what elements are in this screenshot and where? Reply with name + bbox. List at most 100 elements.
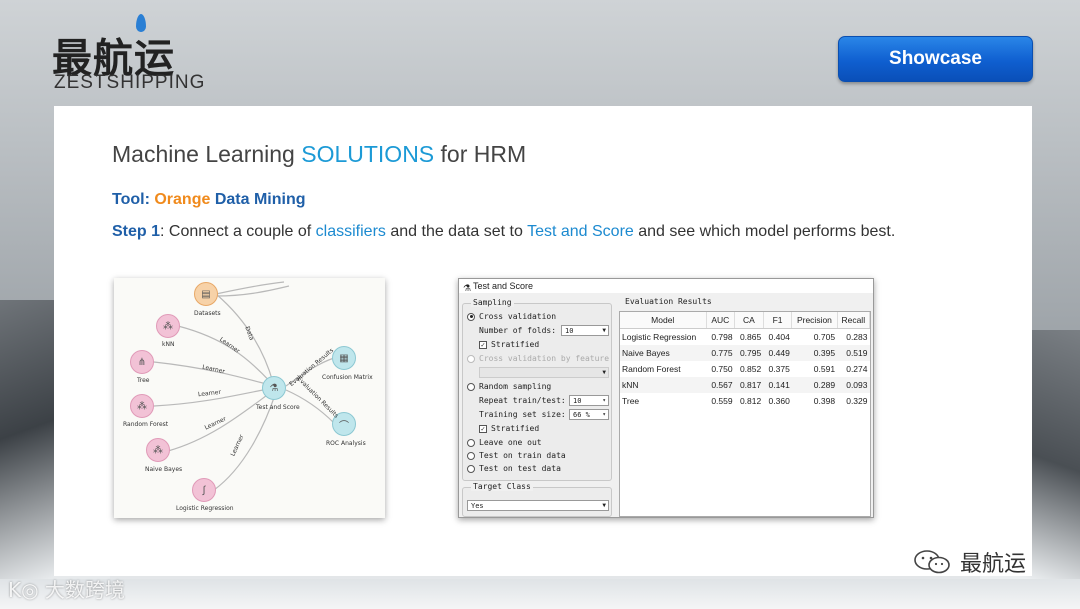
table-row[interactable]: Logistic Regression 0.798 0.865 0.404 0.… [620,329,870,346]
radio-checked-icon [467,312,475,321]
ca-value: 0.795 [734,345,764,361]
tool-label: Tool: [112,191,155,208]
datasets-node-icon[interactable]: ▤ [194,282,218,306]
step-highlight-test-and-score: Test and Score [527,223,634,240]
table-row[interactable]: Tree 0.559 0.812 0.360 0.398 0.329 [620,393,870,409]
random-sampling-radio[interactable]: Random sampling [467,382,551,391]
target-class-select[interactable]: Yes ▼ [467,500,609,511]
test-and-score-node-icon[interactable]: ⚗ [262,376,286,400]
cross-validation-radio[interactable]: Cross validation [467,312,556,321]
wechat-account: 最航运 [912,546,1026,578]
stratified-checkbox[interactable]: ✓ Stratified [479,340,539,349]
spinner-icon: ▾ [602,411,606,418]
chevron-down-icon: ▼ [602,327,606,334]
ca-value: 0.817 [734,377,764,393]
auc-value: 0.559 [711,396,733,406]
orange-workflow-canvas: ▤ Datasets ⁂ kNN ⋔ Tree ⁂ Random Forest … [114,278,385,518]
wechat-icon [912,549,952,575]
title-highlight: SOLUTIONS [301,141,435,167]
test-and-score-node-label: Test and Score [256,404,300,411]
datasets-node-label: Datasets [194,310,221,317]
window-title-bar: ⚗ Test and Score [459,279,873,293]
chevron-down-icon: ▼ [602,502,606,509]
showcase-button[interactable]: Showcase [838,36,1033,82]
test-on-train-radio[interactable]: Test on train data [467,451,566,460]
evaluation-column: Evaluation Results Model AUC CA F1 Preci… [617,297,873,517]
recall-value: 0.274 [846,364,868,374]
step-highlight-classifiers: classifiers [315,223,386,240]
evaluation-results-title: Evaluation Results [625,297,712,306]
logistic-regression-node-icon[interactable]: ∫ [192,478,216,502]
random-sampling-label: Random sampling [479,382,552,391]
f1-value: 0.141 [763,377,792,393]
f1-value: 0.449 [763,345,792,361]
repeat-row: Repeat train/test: [479,396,566,405]
naive-bayes-node-icon[interactable]: ⁂ [146,438,170,462]
training-size-value: 66 % [573,411,590,419]
table-row[interactable]: kNN 0.567 0.817 0.141 0.289 0.093 [620,377,870,393]
settings-column: Sampling Cross validation Number of fold… [462,297,612,517]
test-on-test-label: Test on test data [479,464,561,473]
repeat-label: Repeat train/test: [479,396,566,405]
tool-orange: Orange [154,191,211,208]
precision-value: 0.289 [791,377,838,393]
checkmark-icon: ✓ [479,424,487,433]
column-header-model[interactable]: Model [620,312,707,329]
radio-disabled-icon [467,354,475,363]
sampling-title: Sampling [471,298,514,307]
target-class-title: Target Class [471,482,533,491]
tree-node-icon[interactable]: ⋔ [130,350,154,374]
model-name: kNN [620,377,706,393]
column-header-precision[interactable]: Precision [791,312,838,329]
auc-value: 0.775 [706,345,735,361]
f1-value: 0.360 [768,396,790,406]
leave-one-out-radio[interactable]: Leave one out [467,438,542,447]
table-row[interactable]: Random Forest 0.750 0.852 0.375 0.591 0.… [620,361,870,377]
tree-node-label: Tree [137,377,150,384]
radio-icon [467,464,475,473]
confusion-matrix-node-icon[interactable]: ▦ [332,346,356,370]
auc-value: 0.798 [711,332,733,342]
f1-value: 0.404 [768,332,790,342]
training-size-spinbox[interactable]: 66 % ▾ [569,409,609,420]
watermark: K◎ 大数跨境 [8,578,125,602]
column-header-ca[interactable]: CA [734,312,764,329]
slide-title: Machine Learning SOLUTIONS for HRM [112,141,526,168]
naive-bayes-node-label: Naive Bayes [145,466,183,473]
knn-node-icon[interactable]: ⁂ [156,314,180,338]
folds-select[interactable]: 10 ▼ [561,325,609,336]
model-name: Naive Bayes [620,345,706,361]
stratified-label: Stratified [491,340,540,349]
column-header-f1[interactable]: F1 [763,312,793,329]
precision-value: 0.395 [791,345,838,361]
workflow-links [153,281,335,491]
logistic-regression-node-label: Logistic Regression [176,505,234,512]
column-header-auc[interactable]: AUC [706,312,736,329]
test-and-score-window: ⚗ Test and Score Sampling Cross validatio… [458,278,874,518]
model-name: Random Forest [622,364,681,374]
leave-one-out-label: Leave one out [479,438,542,447]
evaluation-results-table[interactable]: Model AUC CA F1 Precision Recall Logisti… [619,311,871,517]
random-forest-node-icon[interactable]: ⁂ [130,394,154,418]
training-size-row: Training set size: [479,410,566,419]
step-line: Step 1: Connect a couple of classifiers … [112,223,895,241]
recall-value: 0.093 [837,377,870,393]
column-header-recall[interactable]: Recall [837,312,871,329]
stratified2-checkbox[interactable]: ✓ Stratified [479,424,539,433]
test-on-test-radio[interactable]: Test on test data [467,464,561,473]
slide-panel: Machine Learning SOLUTIONS for HRM Tool:… [54,106,1032,576]
cross-validation-label: Cross validation [479,312,557,321]
orange-app-icon: ⚗ [463,283,472,293]
repeat-spinbox[interactable]: 10 ▾ [569,395,609,406]
window-title: Test and Score [473,281,534,291]
cv-by-feature-radio[interactable]: Cross validation by feature [467,354,609,363]
checkmark-icon: ✓ [479,340,487,349]
target-class-value: Yes [471,502,484,510]
ca-value: 0.852 [739,364,762,374]
precision-value: 0.705 [813,332,836,342]
feature-select[interactable]: ▼ [479,367,609,378]
table-row[interactable]: Naive Bayes 0.775 0.795 0.449 0.395 0.51… [620,345,870,361]
spinner-icon: ▾ [602,397,606,404]
table-header-row: Model AUC CA F1 Precision Recall [620,312,871,329]
logo-english-text: ZESTSHIPPING [54,72,206,93]
